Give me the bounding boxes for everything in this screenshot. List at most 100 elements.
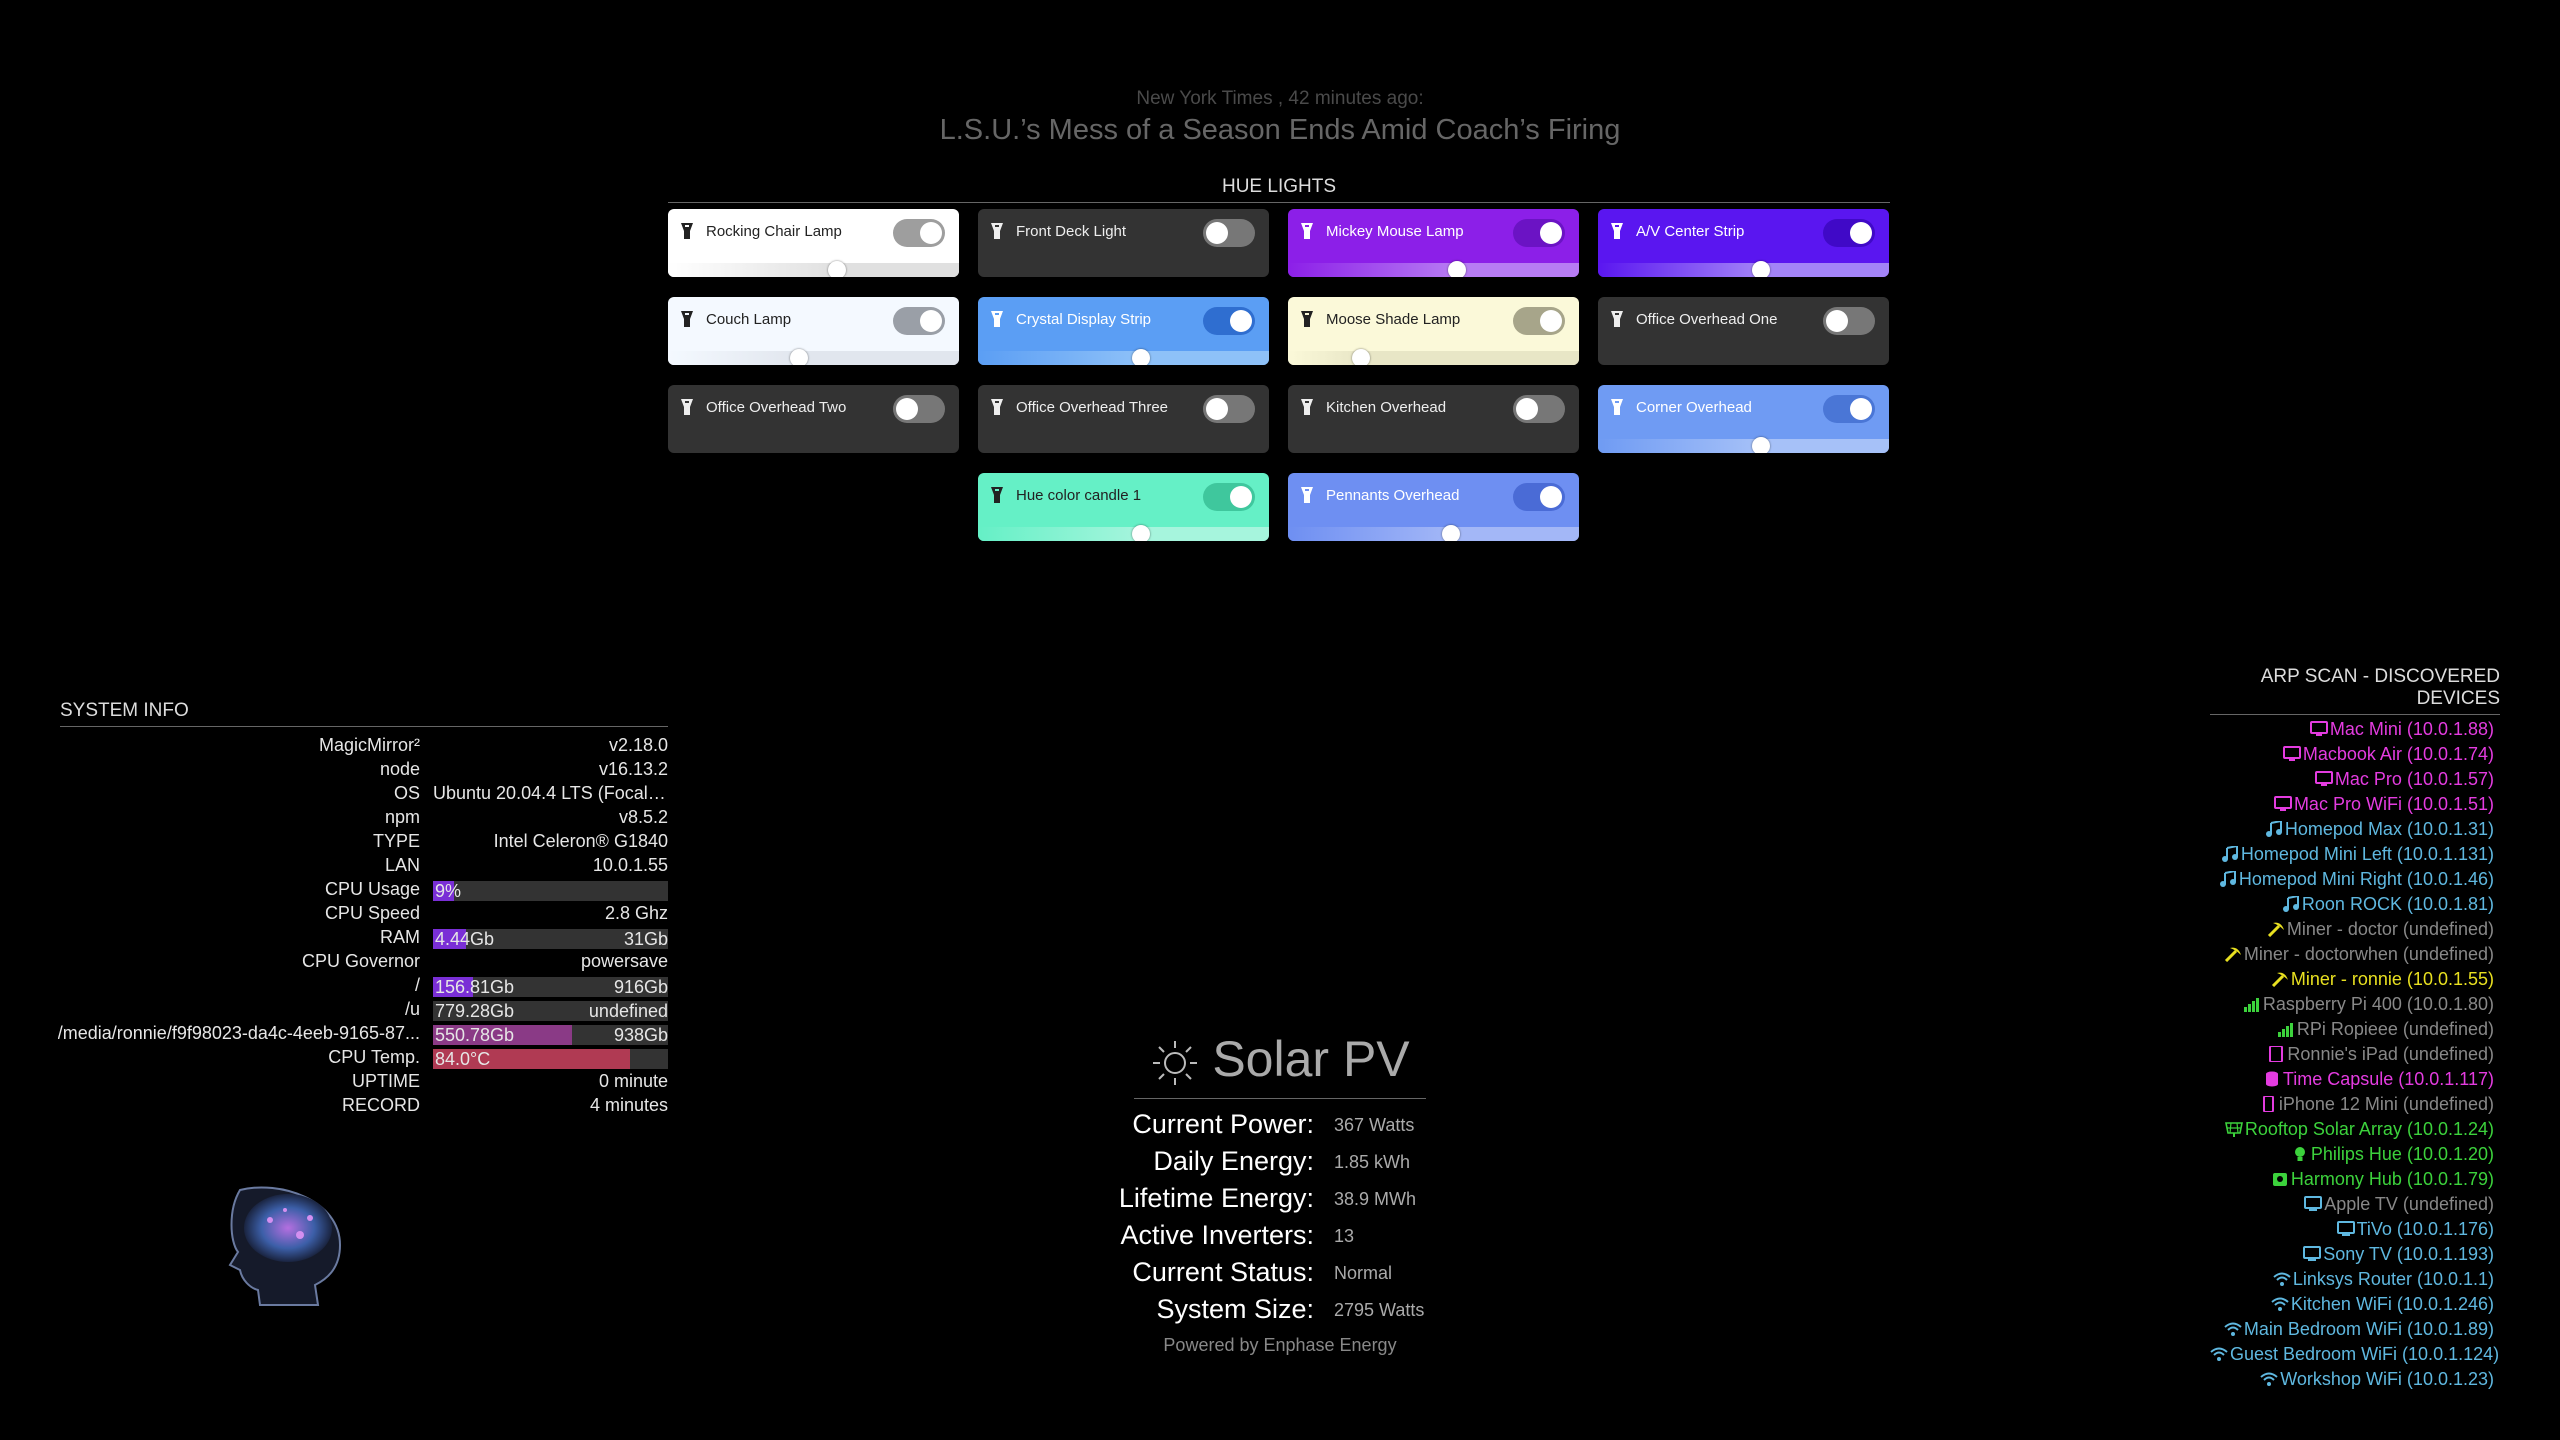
arp-device-label: iPhone 12 Mini (undefined) xyxy=(2278,1094,2494,1114)
hue-light-card[interactable]: Mickey Mouse Lamp xyxy=(1288,209,1579,277)
hue-light-toggle[interactable] xyxy=(1203,395,1255,423)
brightness-thumb[interactable] xyxy=(1131,349,1150,365)
hue-light-toggle[interactable] xyxy=(1823,219,1875,247)
system-info-value: 0 minute xyxy=(598,1071,668,1091)
arp-device-row: Main Bedroom WiFi (10.0.1.89) xyxy=(2210,1319,2500,1344)
system-info-label: LAN xyxy=(384,855,420,875)
hue-light-toggle[interactable] xyxy=(1203,307,1255,335)
arp-device-label: Macbook Air (10.0.1.74) xyxy=(2302,744,2494,764)
system-info-row: RAM 4.44Gb 31Gb xyxy=(60,927,668,951)
solar-stat-value: 38.9 MWh xyxy=(1334,1189,1417,1209)
hue-light-toggle[interactable] xyxy=(1823,395,1875,423)
arp-device-row: Homepod Mini Right (10.0.1.46) xyxy=(2210,869,2500,894)
brightness-slider[interactable] xyxy=(1598,437,1889,453)
hue-light-name: Crystal Display Strip xyxy=(1016,311,1152,328)
brightness-thumb[interactable] xyxy=(1751,437,1770,453)
brightness-thumb[interactable] xyxy=(1447,261,1466,277)
hue-light-card[interactable]: Hue color candle 1 xyxy=(978,473,1269,541)
usage-bar-value: 9% xyxy=(435,881,462,901)
solar-stat-row: Current Power: 367 Watts xyxy=(1132,1109,1426,1146)
system-info-row: npm v8.5.2 xyxy=(60,807,668,831)
system-info-row: CPU Temp. 84.0°C xyxy=(60,1047,668,1071)
hue-light-toggle[interactable] xyxy=(1513,395,1565,423)
brightness-thumb[interactable] xyxy=(1751,261,1770,277)
hue-light-toggle[interactable] xyxy=(1513,307,1565,335)
hue-light-card[interactable]: A/V Center Strip xyxy=(1598,209,1889,277)
brightness-slider[interactable] xyxy=(978,525,1269,541)
brightness-thumb[interactable] xyxy=(1351,349,1370,365)
system-info-label: / xyxy=(414,975,420,995)
arp-device-label: Philips Hue (10.0.1.20) xyxy=(2310,1144,2494,1164)
brightness-slider[interactable] xyxy=(1288,349,1579,365)
lightbulb-icon xyxy=(1611,399,1623,415)
hue-light-toggle[interactable] xyxy=(1203,483,1255,511)
toggle-knob xyxy=(1540,486,1562,508)
brightness-slider[interactable] xyxy=(668,261,959,277)
wifi-icon xyxy=(2271,1297,2289,1311)
hue-light-name: Office Overhead Two xyxy=(706,399,847,416)
music-icon xyxy=(2221,846,2238,862)
system-info-value: v16.13.2 xyxy=(598,759,668,779)
news-feed: New York Times , 42 minutes ago: L.S.U.’… xyxy=(0,88,2560,147)
arp-device-label: Roon ROCK (10.0.1.81) xyxy=(2301,894,2494,914)
arp-device-row: Miner - doctor (undefined) xyxy=(2210,919,2500,944)
arp-device-row: Raspberry Pi 400 (10.0.1.80) xyxy=(2210,994,2500,1019)
arp-device-label: Workshop WiFi (10.0.1.23) xyxy=(2280,1369,2494,1389)
hue-light-toggle[interactable] xyxy=(1823,307,1875,335)
solar-panel-icon xyxy=(2224,1122,2243,1137)
hue-light-card[interactable]: Moose Shade Lamp xyxy=(1288,297,1579,365)
brightness-thumb[interactable] xyxy=(827,261,846,277)
brightness-slider[interactable] xyxy=(1288,525,1579,541)
usage-bar-value: 84.0°C xyxy=(435,1049,491,1069)
brightness-thumb[interactable] xyxy=(1131,525,1150,541)
brightness-slider[interactable] xyxy=(1598,261,1889,277)
brightness-thumb[interactable] xyxy=(789,349,808,365)
arp-device-row: Miner - doctorwhen (undefined) xyxy=(2210,944,2500,969)
toggle-knob xyxy=(1826,310,1848,332)
hue-light-card[interactable]: Office Overhead Three xyxy=(978,385,1269,453)
arp-device-label: Main Bedroom WiFi (10.0.1.89) xyxy=(2243,1319,2494,1339)
usage-bar-value: 550.78Gb xyxy=(435,1025,515,1045)
hue-light-card[interactable]: Kitchen Overhead xyxy=(1288,385,1579,453)
database-icon xyxy=(2265,1071,2278,1087)
hue-light-card[interactable]: Office Overhead Two xyxy=(668,385,959,453)
hue-light-card[interactable]: Corner Overhead xyxy=(1598,385,1889,453)
music-icon xyxy=(2282,896,2299,912)
system-info-row: TYPE Intel Celeron® G1840 xyxy=(60,831,668,855)
brightness-slider[interactable] xyxy=(978,349,1269,365)
brightness-thumb[interactable] xyxy=(1441,525,1460,541)
brightness-slider[interactable] xyxy=(668,349,959,365)
hue-light-card[interactable]: Couch Lamp xyxy=(668,297,959,365)
hue-light-card[interactable]: Office Overhead One xyxy=(1598,297,1889,365)
hue-light-toggle[interactable] xyxy=(1513,219,1565,247)
hue-light-toggle[interactable] xyxy=(893,219,945,247)
system-info-value: 2.8 Ghz xyxy=(604,903,668,923)
hue-light-card[interactable]: Crystal Display Strip xyxy=(978,297,1269,365)
system-info-row: MagicMirror² v2.18.0 xyxy=(60,735,668,759)
hue-light-toggle[interactable] xyxy=(1513,483,1565,511)
news-source: New York Times , 42 minutes ago: xyxy=(1136,88,1424,109)
hue-light-toggle[interactable] xyxy=(1203,219,1255,247)
system-info-row: / 156.81Gb 916Gb xyxy=(60,975,668,999)
arp-device-label: Mac Pro WiFi (10.0.1.51) xyxy=(2293,794,2494,814)
hue-light-toggle[interactable] xyxy=(893,395,945,423)
toggle-knob xyxy=(920,310,942,332)
arp-device-label: Kitchen WiFi (10.0.1.246) xyxy=(2290,1294,2494,1314)
arp-device-row: Ronnie's iPad (undefined) xyxy=(2210,1044,2500,1069)
hue-light-card[interactable]: Pennants Overhead xyxy=(1288,473,1579,541)
hue-light-toggle[interactable] xyxy=(893,307,945,335)
solar-stat-label: Active Inverters: xyxy=(1120,1220,1314,1250)
magicmirror-brain-logo xyxy=(94,1186,342,1306)
usage-bar-value: 4.44Gb xyxy=(435,929,495,949)
system-info-label: RAM xyxy=(380,927,420,947)
hue-light-card[interactable]: Front Deck Light xyxy=(978,209,1269,277)
brightness-slider[interactable] xyxy=(1288,261,1579,277)
toggle-knob xyxy=(1230,486,1252,508)
hue-lights-header: HUE LIGHTS xyxy=(668,176,1890,203)
system-info-label: RECORD xyxy=(341,1095,420,1115)
system-info-table: MagicMirror² v2.18.0 node v16.13.2 OS Ubuntu … xyxy=(58,735,668,1119)
system-info-row: /media/ronnie/f9f98023-da4c-4eeb-9165-87… xyxy=(58,1023,668,1047)
hue-light-card[interactable]: Rocking Chair Lamp xyxy=(668,209,959,277)
tv-icon xyxy=(2304,1196,2323,1211)
usage-bar: 156.81Gb 916Gb xyxy=(433,977,668,997)
